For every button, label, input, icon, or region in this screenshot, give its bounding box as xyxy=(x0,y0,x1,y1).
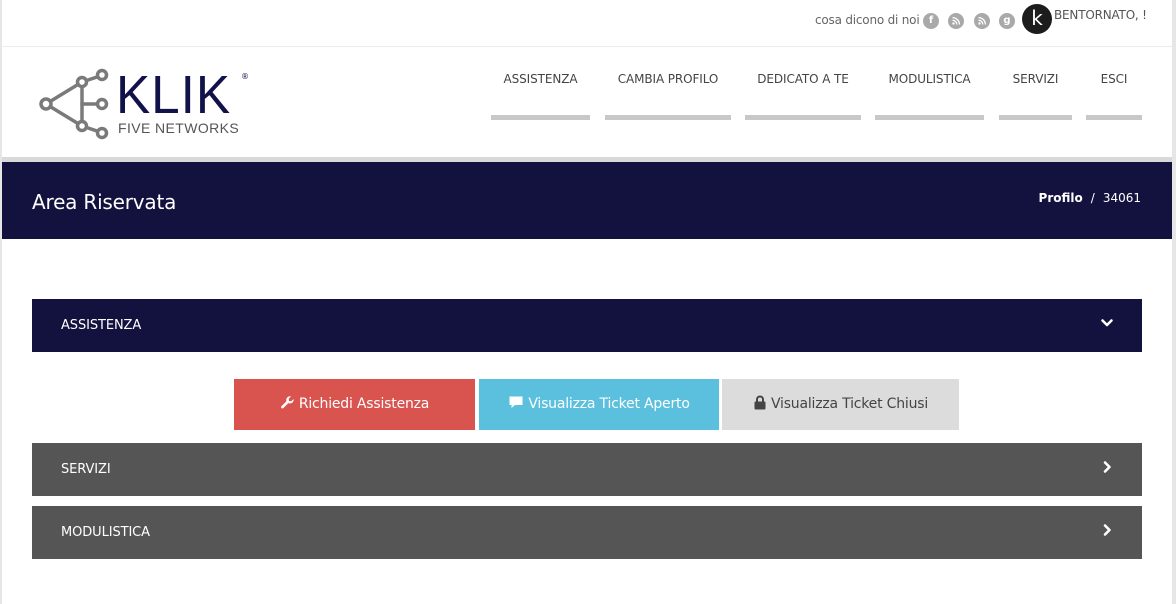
welcome-text: BENTORNATO, ! xyxy=(1054,8,1147,22)
facebook-icon[interactable]: f xyxy=(923,13,939,29)
comment-icon xyxy=(509,396,523,408)
top-bar: cosa dicono di noi f g k BENTORNATO, ! xyxy=(2,0,1172,47)
nav-item-label: CAMBIA PROFILO xyxy=(617,72,719,86)
view-closed-tickets-label: Visualizza Ticket Chiusi xyxy=(770,396,929,412)
testimonials-link[interactable]: cosa dicono di noi xyxy=(815,13,920,27)
breadcrumb-current: 34061 xyxy=(1102,191,1141,205)
nav-underline xyxy=(605,115,731,120)
logo-subtitle: FIVE NETWORKS xyxy=(118,120,240,136)
accordion-servizi-header[interactable]: SERVIZI xyxy=(32,443,1142,496)
request-assistance-label: Richiedi Assistenza xyxy=(298,396,430,412)
nav-item-label: ESCI xyxy=(1100,72,1128,86)
wrench-icon xyxy=(280,395,294,408)
nav-item-esci[interactable]: ESCI xyxy=(1086,72,1142,120)
nav-underline xyxy=(875,115,984,120)
nav-item-modulistica[interactable]: MODULISTICA xyxy=(875,72,984,120)
chevron-down-icon xyxy=(1101,319,1113,327)
page-frame-right xyxy=(1172,0,1176,604)
nav-item-cambia-profilo[interactable]: CAMBIA PROFILO xyxy=(605,72,731,120)
network-logo-icon xyxy=(39,68,109,140)
accordion-label: SERVIZI xyxy=(61,462,111,477)
logo-wordmark: KLIK xyxy=(116,65,232,125)
rss-icon[interactable] xyxy=(948,13,964,29)
nav-item-dedicato-a-te[interactable]: DEDICATO A TE xyxy=(745,72,861,120)
nav-item-servizi[interactable]: SERVIZI xyxy=(999,72,1072,120)
page-title: Area Riservata xyxy=(32,190,177,214)
accordion-label: ASSISTENZA xyxy=(61,318,142,333)
accordion-assistenza-header[interactable]: ASSISTENZA xyxy=(32,299,1142,352)
site-header: KLIK ® FIVE NETWORKS ASSISTENZA CAMBIA P… xyxy=(2,48,1172,158)
nav-underline xyxy=(999,115,1072,120)
nav-underline xyxy=(491,115,590,120)
nav-item-label: MODULISTICA xyxy=(888,72,971,86)
accordion-modulistica-header[interactable]: MODULISTICA xyxy=(32,506,1142,559)
chevron-right-icon xyxy=(1103,461,1111,473)
view-open-ticket-label: Visualizza Ticket Aperto xyxy=(528,396,690,412)
chevron-right-icon xyxy=(1103,524,1111,536)
nav-item-label: ASSISTENZA xyxy=(503,72,578,86)
page-title-banner: Area Riservata Profilo / 34061 xyxy=(2,162,1172,239)
nav-underline xyxy=(1086,115,1142,120)
google-plus-icon[interactable]: g xyxy=(999,13,1015,29)
avatar[interactable]: k xyxy=(1022,4,1052,34)
nav-item-label: DEDICATO A TE xyxy=(757,72,849,86)
request-assistance-button[interactable]: Richiedi Assistenza xyxy=(234,379,475,430)
view-open-ticket-button[interactable]: Visualizza Ticket Aperto xyxy=(479,379,719,430)
logo-registered-mark: ® xyxy=(241,72,249,81)
accordion-label: MODULISTICA xyxy=(61,525,150,540)
breadcrumb-profilo-link[interactable]: Profilo xyxy=(1039,191,1083,205)
nav-item-assistenza[interactable]: ASSISTENZA xyxy=(491,72,590,120)
klik-logo[interactable]: KLIK ® FIVE NETWORKS xyxy=(38,68,258,140)
nav-item-label: SERVIZI xyxy=(1012,72,1059,86)
rss-icon[interactable] xyxy=(974,13,990,29)
breadcrumb: Profilo / 34061 xyxy=(1039,191,1141,205)
breadcrumb-separator: / xyxy=(1090,191,1095,205)
view-closed-tickets-button[interactable]: Visualizza Ticket Chiusi xyxy=(722,379,959,430)
lock-icon xyxy=(754,395,766,409)
nav-underline xyxy=(745,115,861,120)
